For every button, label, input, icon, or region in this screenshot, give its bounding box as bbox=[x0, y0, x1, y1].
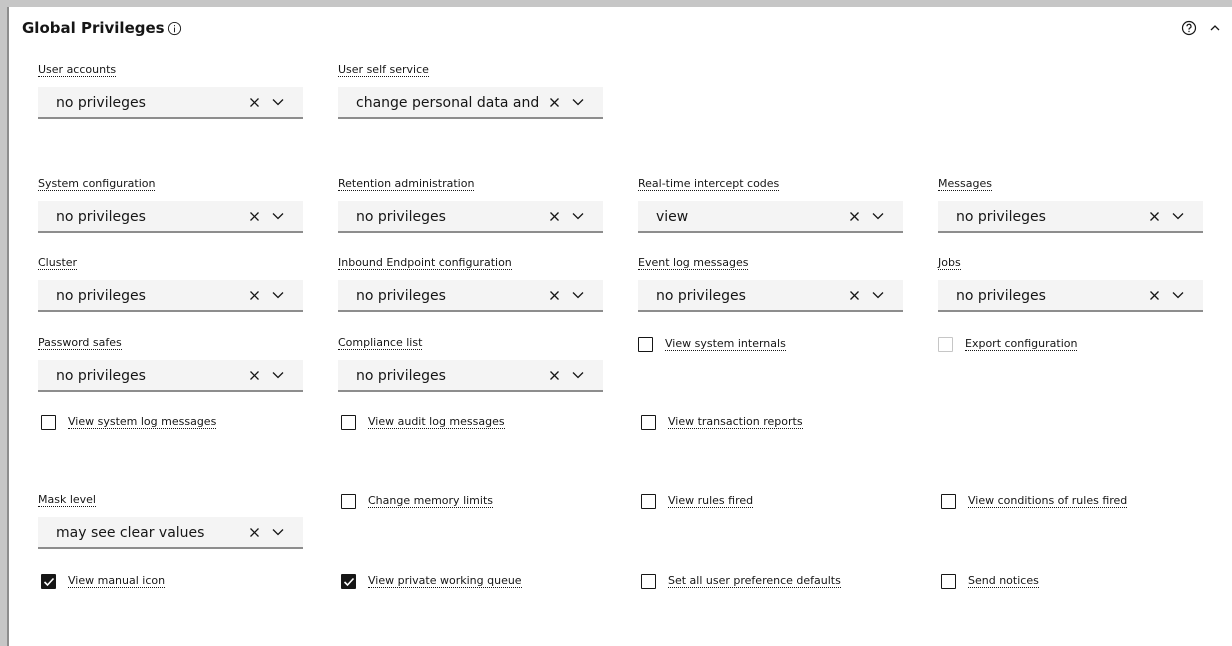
close-icon[interactable] bbox=[249, 290, 260, 301]
event-log-messages-select[interactable]: no privileges bbox=[638, 280, 903, 312]
info-icon[interactable] bbox=[167, 21, 182, 36]
chevron-down-icon[interactable] bbox=[572, 291, 584, 299]
realtime-intercept-codes-select[interactable]: view bbox=[638, 201, 903, 233]
view-audit-log-messages-label: View audit log messages bbox=[368, 415, 505, 429]
chevron-down-icon[interactable] bbox=[272, 212, 284, 220]
chevron-down-icon[interactable] bbox=[1172, 291, 1184, 299]
chevron-down-icon[interactable] bbox=[572, 98, 584, 106]
user-self-service-select[interactable]: change personal data and bbox=[338, 87, 603, 119]
event-log-messages-label: Event log messages bbox=[638, 256, 749, 270]
close-icon[interactable] bbox=[249, 527, 260, 538]
mask-level-label: Mask level bbox=[38, 493, 96, 507]
view-transaction-reports-label: View transaction reports bbox=[668, 415, 803, 429]
user-self-service-label: User self service bbox=[338, 63, 429, 77]
cluster-value: no privileges bbox=[56, 288, 146, 304]
set-all-user-preference-defaults-label: Set all user preference defaults bbox=[668, 574, 841, 588]
checkbox-box[interactable] bbox=[641, 574, 656, 589]
retention-administration-label: Retention administration bbox=[338, 177, 475, 191]
checkbox-box[interactable] bbox=[341, 494, 356, 509]
panel-header: Global Privileges bbox=[9, 7, 1232, 51]
checkmark-icon bbox=[343, 577, 355, 587]
retention-administration-select[interactable]: no privileges bbox=[338, 201, 603, 233]
messages-value: no privileges bbox=[956, 209, 1046, 225]
checkbox-box[interactable] bbox=[638, 337, 653, 352]
cluster-select[interactable]: no privileges bbox=[38, 280, 303, 312]
chevron-down-icon[interactable] bbox=[872, 212, 884, 220]
view-manual-icon-label: View manual icon bbox=[68, 574, 166, 588]
compliance-list-label: Compliance list bbox=[338, 336, 423, 350]
compliance-list-value: no privileges bbox=[356, 368, 446, 384]
inbound-endpoint-configuration-label: Inbound Endpoint configuration bbox=[338, 256, 512, 270]
view-system-internals-label: View system internals bbox=[665, 337, 786, 351]
view-conditions-of-rules-fired-label: View conditions of rules fired bbox=[968, 494, 1128, 508]
jobs-select[interactable]: no privileges bbox=[938, 280, 1203, 312]
system-configuration-select[interactable]: no privileges bbox=[38, 201, 303, 233]
chevron-down-icon[interactable] bbox=[272, 291, 284, 299]
export-configuration-label: Export configuration bbox=[965, 337, 1078, 351]
chevron-up-icon[interactable] bbox=[1208, 21, 1222, 35]
checkbox-box[interactable] bbox=[938, 337, 953, 352]
chevron-down-icon[interactable] bbox=[272, 371, 284, 379]
view-private-working-queue-label: View private working queue bbox=[368, 574, 522, 588]
user-self-service-value: change personal data and bbox=[356, 95, 540, 111]
realtime-intercept-codes-label: Real-time intercept codes bbox=[638, 177, 780, 191]
retention-administration-value: no privileges bbox=[356, 209, 446, 225]
password-safes-select[interactable]: no privileges bbox=[38, 360, 303, 392]
chevron-down-icon[interactable] bbox=[572, 371, 584, 379]
close-icon[interactable] bbox=[849, 211, 860, 222]
mask-level-value: may see clear values bbox=[56, 525, 205, 541]
global-privileges-panel: Global Privileges User accounts no privi… bbox=[7, 7, 1232, 646]
cluster-label: Cluster bbox=[38, 256, 78, 270]
compliance-list-select[interactable]: no privileges bbox=[338, 360, 603, 392]
mask-level-select[interactable]: may see clear values bbox=[38, 517, 303, 549]
view-system-log-messages-label: View system log messages bbox=[68, 415, 217, 429]
close-icon[interactable] bbox=[249, 370, 260, 381]
checkbox-box[interactable] bbox=[41, 574, 56, 589]
user-accounts-select[interactable]: no privileges bbox=[38, 87, 303, 119]
close-icon[interactable] bbox=[549, 97, 560, 108]
user-accounts-label: User accounts bbox=[38, 63, 117, 77]
close-icon[interactable] bbox=[249, 211, 260, 222]
chevron-down-icon[interactable] bbox=[272, 98, 284, 106]
messages-select[interactable]: no privileges bbox=[938, 201, 1203, 233]
panel-title: Global Privileges bbox=[22, 19, 165, 37]
event-log-messages-value: no privileges bbox=[656, 288, 746, 304]
checkbox-box[interactable] bbox=[341, 415, 356, 430]
close-icon[interactable] bbox=[549, 290, 560, 301]
chevron-down-icon[interactable] bbox=[272, 528, 284, 536]
close-icon[interactable] bbox=[549, 211, 560, 222]
checkbox-box[interactable] bbox=[341, 574, 356, 589]
system-configuration-label: System configuration bbox=[38, 177, 156, 191]
checkbox-box[interactable] bbox=[941, 494, 956, 509]
close-icon[interactable] bbox=[549, 370, 560, 381]
messages-label: Messages bbox=[938, 177, 992, 191]
user-accounts-value: no privileges bbox=[56, 95, 146, 111]
chevron-down-icon[interactable] bbox=[872, 291, 884, 299]
help-icon[interactable] bbox=[1181, 20, 1197, 36]
password-safes-value: no privileges bbox=[56, 368, 146, 384]
close-icon[interactable] bbox=[1149, 290, 1160, 301]
checkbox-box[interactable] bbox=[941, 574, 956, 589]
send-notices-label: Send notices bbox=[968, 574, 1039, 588]
checkbox-box[interactable] bbox=[641, 494, 656, 509]
realtime-intercept-codes-value: view bbox=[656, 209, 689, 225]
inbound-endpoint-configuration-value: no privileges bbox=[356, 288, 446, 304]
checkbox-box[interactable] bbox=[641, 415, 656, 430]
close-icon[interactable] bbox=[249, 97, 260, 108]
close-icon[interactable] bbox=[849, 290, 860, 301]
close-icon[interactable] bbox=[1149, 211, 1160, 222]
inbound-endpoint-configuration-select[interactable]: no privileges bbox=[338, 280, 603, 312]
checkmark-icon bbox=[43, 577, 55, 587]
change-memory-limits-label: Change memory limits bbox=[368, 494, 493, 508]
system-configuration-value: no privileges bbox=[56, 209, 146, 225]
chevron-down-icon[interactable] bbox=[1172, 212, 1184, 220]
view-rules-fired-label: View rules fired bbox=[668, 494, 754, 508]
checkbox-box[interactable] bbox=[41, 415, 56, 430]
jobs-value: no privileges bbox=[956, 288, 1046, 304]
chevron-down-icon[interactable] bbox=[572, 212, 584, 220]
jobs-label: Jobs bbox=[938, 256, 961, 270]
password-safes-label: Password safes bbox=[38, 336, 122, 350]
